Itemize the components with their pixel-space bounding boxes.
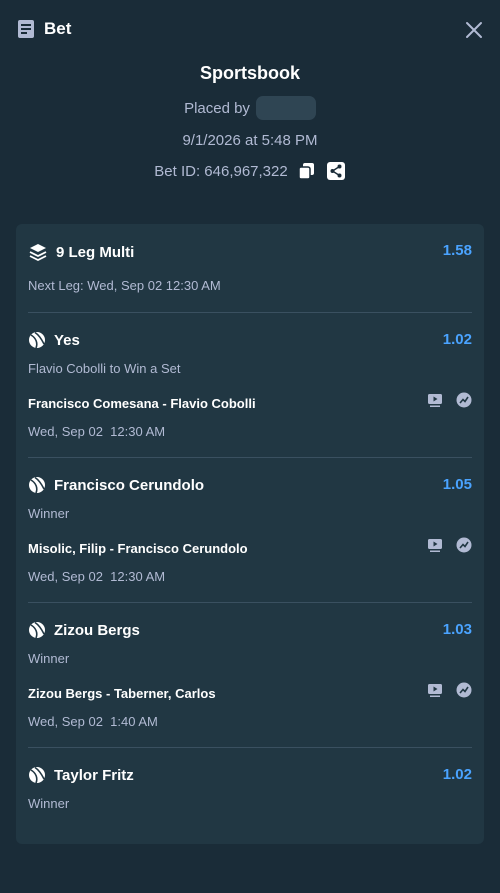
leg-market: Flavio Cobolli to Win a Set bbox=[28, 361, 181, 376]
modal-header: Bet bbox=[0, 0, 500, 60]
live-stream-icon[interactable] bbox=[427, 537, 443, 553]
multi-odds: 1.58 bbox=[442, 242, 472, 259]
leg-selection: Zizou Bergs bbox=[54, 621, 140, 639]
stats-icon[interactable] bbox=[456, 537, 472, 553]
leg-action-icons bbox=[427, 537, 472, 553]
leg-market: Winner bbox=[28, 651, 70, 666]
multi-header: 9 Leg Multi bbox=[28, 242, 134, 262]
leg-event[interactable]: Zizou Bergs - Taberner, Carlos bbox=[28, 686, 216, 701]
live-stream-icon[interactable] bbox=[427, 392, 443, 408]
bet-leg: Taylor Fritz 1.02 Winner bbox=[16, 748, 484, 893]
tennis-ball-icon bbox=[28, 621, 46, 639]
header-title-group: Bet bbox=[16, 19, 71, 39]
leg-odds: 1.05 bbox=[442, 476, 472, 493]
bet-leg: Zizou Bergs 1.03 Winner Zizou Bergs - Ta… bbox=[16, 603, 484, 748]
close-button[interactable] bbox=[464, 20, 484, 40]
leg-time: Wed, Sep 02 1:40 AM bbox=[28, 714, 158, 729]
leg-odds: 1.03 bbox=[442, 621, 472, 638]
leg-market: Winner bbox=[28, 796, 70, 811]
leg-odds: 1.02 bbox=[442, 331, 472, 348]
share-icon[interactable] bbox=[326, 161, 346, 181]
leg-odds: 1.02 bbox=[442, 766, 472, 783]
bet-card: 9 Leg Multi 1.58 Next Leg: Wed, Sep 02 1… bbox=[16, 224, 484, 844]
leg-action-icons bbox=[427, 682, 472, 698]
leg-event[interactable]: Misolic, Filip - Francisco Cerundolo bbox=[28, 541, 248, 556]
sportsbook-title: Sportsbook bbox=[199, 63, 300, 83]
close-icon bbox=[466, 22, 482, 38]
stats-icon[interactable] bbox=[456, 682, 472, 698]
bet-datetime: 9/1/2026 at 5:48 PM bbox=[182, 132, 318, 149]
live-stream-icon[interactable] bbox=[427, 682, 443, 698]
bet-leg: Francisco Cerundolo 1.05 Winner Misolic,… bbox=[16, 458, 484, 603]
leg-time: Wed, Sep 02 12:30 AM bbox=[28, 424, 166, 439]
leg-selection: Yes bbox=[54, 331, 80, 349]
layers-icon bbox=[28, 242, 48, 262]
receipt-icon bbox=[16, 19, 36, 39]
multi-title: 9 Leg Multi bbox=[56, 243, 135, 261]
stats-icon[interactable] bbox=[456, 392, 472, 408]
bet-id-row: Bet ID: 646,967,322 bbox=[0, 161, 500, 181]
leg-time: Wed, Sep 02 12:30 AM bbox=[28, 569, 166, 584]
hidden-username-mask bbox=[255, 96, 316, 120]
leg-selection-row: Francisco Cerundolo bbox=[28, 476, 204, 494]
tennis-ball-icon bbox=[28, 766, 46, 784]
copy-icon[interactable] bbox=[297, 161, 317, 181]
leg-selection-row: Zizou Bergs bbox=[28, 621, 140, 639]
leg-market: Winner bbox=[28, 506, 70, 521]
leg-selection-row: Yes bbox=[28, 331, 80, 349]
tennis-ball-icon bbox=[28, 331, 46, 349]
next-leg: Next Leg: Wed, Sep 02 12:30 AM bbox=[28, 278, 221, 293]
header-title: Bet bbox=[44, 19, 72, 38]
placed-by-row: Placed by bbox=[0, 96, 500, 120]
leg-action-icons bbox=[427, 392, 472, 408]
leg-selection-row: Taylor Fritz bbox=[28, 766, 134, 784]
leg-selection: Francisco Cerundolo bbox=[54, 476, 205, 494]
leg-event[interactable]: Francisco Comesana - Flavio Cobolli bbox=[28, 396, 256, 411]
bet-leg: Yes 1.02 Flavio Cobolli to Win a Set Fra… bbox=[16, 313, 484, 458]
placed-by-label: Placed by bbox=[184, 99, 250, 117]
bet-id: Bet ID: 646,967,322 bbox=[154, 162, 288, 180]
tennis-ball-icon bbox=[28, 476, 46, 494]
leg-selection: Taylor Fritz bbox=[54, 766, 134, 784]
